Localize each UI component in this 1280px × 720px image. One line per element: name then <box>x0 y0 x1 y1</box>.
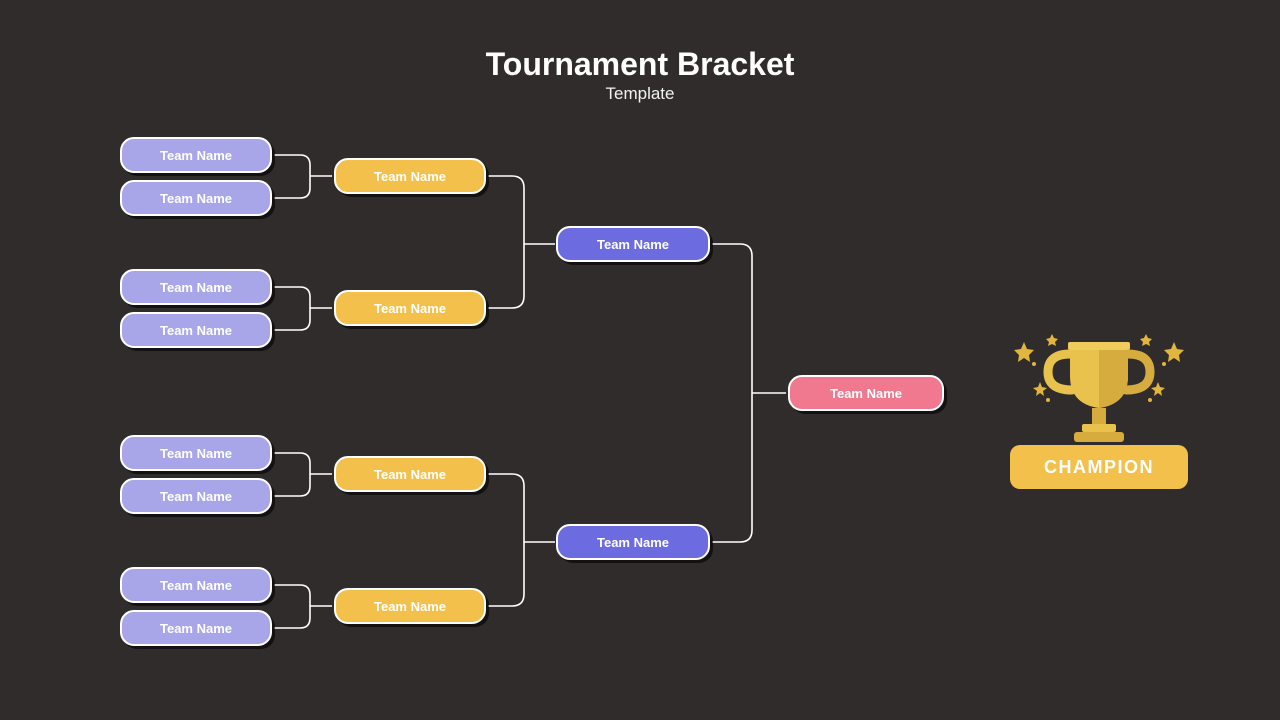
page-title: Tournament Bracket <box>0 46 1280 83</box>
team-label: Team Name <box>160 446 232 461</box>
team-label: Team Name <box>830 386 902 401</box>
round2-slot-1[interactable]: Team Name <box>334 158 486 194</box>
round1-slot-2[interactable]: Team Name <box>120 180 272 216</box>
team-label: Team Name <box>160 323 232 338</box>
team-label: Team Name <box>597 535 669 550</box>
round3-slot-2[interactable]: Team Name <box>556 524 710 560</box>
round1-slot-4[interactable]: Team Name <box>120 312 272 348</box>
team-label: Team Name <box>374 169 446 184</box>
final-slot[interactable]: Team Name <box>788 375 944 411</box>
round1-slot-3[interactable]: Team Name <box>120 269 272 305</box>
champion-label: CHAMPION <box>1044 457 1154 478</box>
team-label: Team Name <box>160 191 232 206</box>
team-label: Team Name <box>160 489 232 504</box>
team-label: Team Name <box>374 467 446 482</box>
round1-slot-5[interactable]: Team Name <box>120 435 272 471</box>
round1-slot-6[interactable]: Team Name <box>120 478 272 514</box>
team-label: Team Name <box>160 280 232 295</box>
round1-slot-7[interactable]: Team Name <box>120 567 272 603</box>
round1-slot-8[interactable]: Team Name <box>120 610 272 646</box>
team-label: Team Name <box>160 148 232 163</box>
bracket-canvas: Tournament Bracket Template Team Name Te… <box>0 0 1280 720</box>
round2-slot-3[interactable]: Team Name <box>334 456 486 492</box>
team-label: Team Name <box>160 578 232 593</box>
round2-slot-4[interactable]: Team Name <box>334 588 486 624</box>
champion-badge: CHAMPION <box>1010 445 1188 489</box>
round1-slot-1[interactable]: Team Name <box>120 137 272 173</box>
team-label: Team Name <box>160 621 232 636</box>
page-subtitle: Template <box>0 84 1280 104</box>
team-label: Team Name <box>374 301 446 316</box>
team-label: Team Name <box>374 599 446 614</box>
round2-slot-2[interactable]: Team Name <box>334 290 486 326</box>
trophy-icon <box>1012 328 1186 446</box>
team-label: Team Name <box>597 237 669 252</box>
round3-slot-1[interactable]: Team Name <box>556 226 710 262</box>
